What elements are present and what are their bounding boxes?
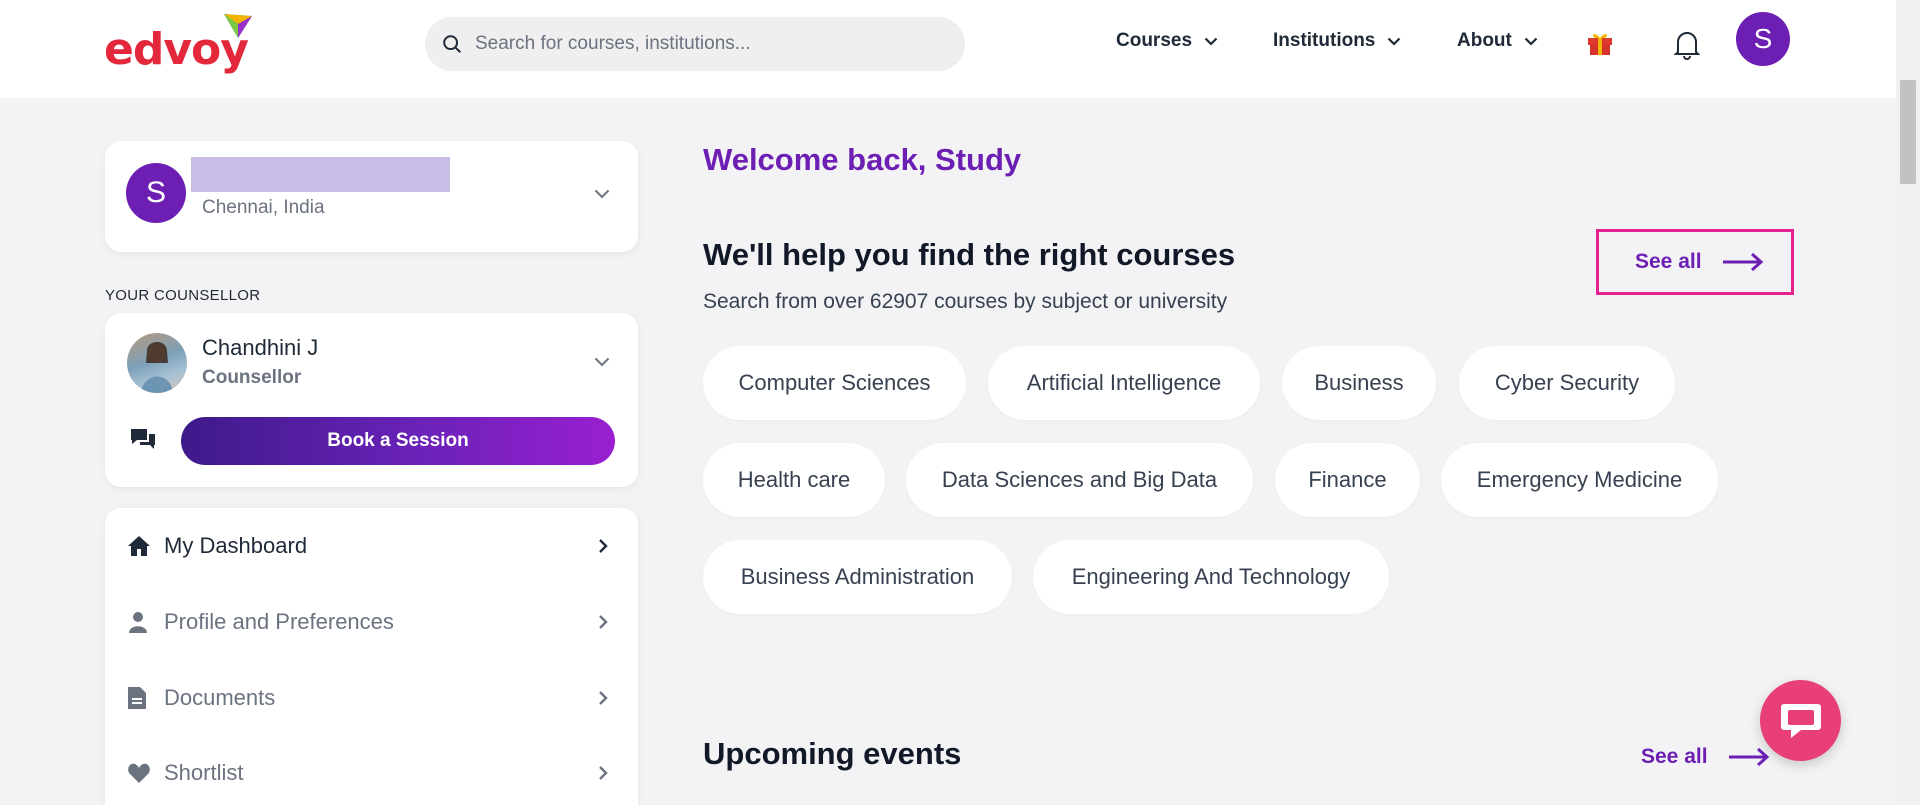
search-icon <box>443 35 461 53</box>
edvoy-logo[interactable]: edvoy <box>104 12 252 72</box>
book-session-button[interactable]: Book a Session <box>181 417 615 465</box>
sidebar-item-label: Documents <box>164 685 276 710</box>
counsellor-photo <box>127 333 187 393</box>
courses-section-subtitle: Search from over 62907 courses by subjec… <box>703 290 1228 313</box>
chip-engineering-technology[interactable]: Engineering And Technology <box>1033 540 1389 614</box>
scrollbar-thumb[interactable] <box>1900 80 1916 184</box>
chip-cyber-security[interactable]: Cyber Security <box>1459 346 1675 420</box>
chevron-right-icon <box>599 691 608 705</box>
document-icon <box>128 687 146 709</box>
search-bar[interactable] <box>425 17 965 71</box>
chip-computer-sciences[interactable]: Computer Sciences <box>703 346 966 420</box>
search-input[interactable] <box>475 33 935 55</box>
notification-bell-icon[interactable] <box>1673 28 1701 60</box>
home-icon <box>128 536 150 556</box>
chip-emergency-medicine[interactable]: Emergency Medicine <box>1441 443 1718 517</box>
sidebar-item-label: My Dashboard <box>164 533 308 558</box>
nav-about-label: About <box>1457 30 1512 51</box>
nav-about[interactable]: About <box>1457 30 1538 52</box>
nav-courses-label: Courses <box>1116 30 1193 51</box>
chip-health-care[interactable]: Health care <box>703 443 885 517</box>
chevron-right-icon <box>599 539 608 553</box>
counsellor-card: Chandhini J Counsellor Book a Session <box>105 313 638 487</box>
chip-artificial-intelligence[interactable]: Artificial Intelligence <box>988 346 1260 420</box>
courses-see-all-link[interactable]: See all <box>1596 229 1794 295</box>
chevron-down-icon[interactable] <box>594 357 610 367</box>
arrow-right-icon <box>1728 747 1769 767</box>
gift-icon[interactable] <box>1586 29 1614 57</box>
upcoming-events-title: Upcoming events <box>703 736 962 771</box>
user-avatar[interactable]: S <box>1736 12 1790 66</box>
top-header: edvoy Courses Institutions About S <box>0 0 1896 98</box>
welcome-heading: Welcome back, Study <box>703 142 1022 177</box>
nav-institutions[interactable]: Institutions <box>1273 30 1401 52</box>
chip-data-sciences[interactable]: Data Sciences and Big Data <box>906 443 1253 517</box>
sidebar-item-label: Profile and Preferences <box>164 609 394 634</box>
profile-location: Chennai, India <box>202 197 325 218</box>
courses-section-title: We'll help you find the right courses <box>703 237 1236 272</box>
profile-name-redacted <box>191 157 450 192</box>
profile-card[interactable]: S Chennai, India <box>105 141 638 252</box>
chip-business-administration[interactable]: Business Administration <box>703 540 1012 614</box>
chat-bubble-icon <box>1780 703 1821 738</box>
logo-triangle-icon <box>224 14 252 38</box>
sidebar-item-label: Shortlist <box>164 760 244 785</box>
sidebar-item-profile[interactable]: Profile and Preferences <box>105 592 638 652</box>
sidebar-item-documents[interactable]: Documents <box>105 668 638 728</box>
events-see-all-link[interactable]: See all <box>1641 745 1770 769</box>
chevron-down-icon <box>1524 37 1538 46</box>
chevron-down-icon <box>1204 37 1218 46</box>
chat-bubbles-icon[interactable] <box>129 427 157 451</box>
nav-courses[interactable]: Courses <box>1116 30 1218 52</box>
heart-icon <box>128 763 150 783</box>
person-icon <box>129 612 147 633</box>
counsellor-name: Chandhini J <box>202 335 319 360</box>
chevron-down-icon <box>1388 37 1401 46</box>
counsellor-heading: YOUR COUNSELLOR <box>105 287 261 304</box>
chevron-down-icon[interactable] <box>594 189 610 199</box>
page-scrollbar[interactable] <box>1896 0 1920 805</box>
chip-business[interactable]: Business <box>1282 346 1436 420</box>
chevron-right-icon <box>599 766 608 780</box>
sidebar-item-shortlist[interactable]: Shortlist <box>105 743 638 803</box>
chat-widget-button[interactable] <box>1760 680 1841 761</box>
sidebar-item-dashboard[interactable]: My Dashboard <box>105 516 638 576</box>
profile-avatar: S <box>126 163 186 223</box>
see-all-label: See all <box>1641 745 1708 768</box>
arrow-right-icon <box>1722 252 1763 272</box>
counsellor-role: Counsellor <box>202 367 302 388</box>
see-all-label: See all <box>1635 250 1702 273</box>
nav-institutions-label: Institutions <box>1273 30 1376 51</box>
chevron-right-icon <box>599 615 608 629</box>
sidebar-menu: My Dashboard Profile and Preferences Doc… <box>105 508 638 805</box>
chip-finance[interactable]: Finance <box>1275 443 1420 517</box>
